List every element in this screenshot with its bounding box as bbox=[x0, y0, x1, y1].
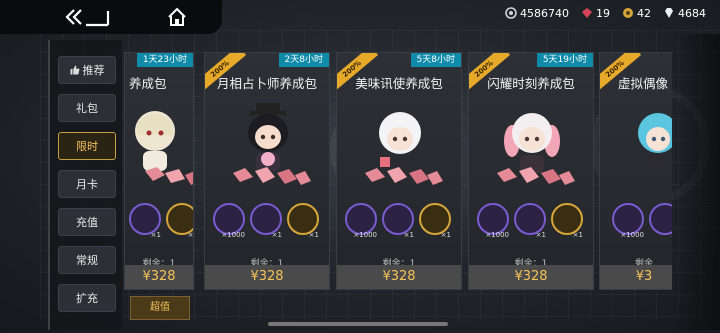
sidebar-item-monthly-card[interactable]: 月卡 bbox=[58, 170, 116, 198]
pack-title: 养成包 bbox=[129, 76, 167, 91]
item-icon: ×1000 bbox=[612, 203, 644, 239]
item-count: ×1000 bbox=[485, 231, 509, 239]
sidebar-item-label: 常规 bbox=[76, 254, 98, 267]
item-icon: ×1 bbox=[514, 203, 546, 239]
gem-pile-icon bbox=[365, 167, 443, 185]
resource-value: 42 bbox=[637, 6, 651, 20]
home-button[interactable] bbox=[166, 6, 188, 28]
pack-price-button[interactable]: ¥3 bbox=[600, 265, 672, 289]
resource-coins[interactable]: 4586740 bbox=[505, 7, 569, 20]
item-count: ×1000 bbox=[221, 231, 245, 239]
item-icon: ×1 bbox=[287, 203, 319, 239]
shop-category-sidebar: 推荐 礼包 限时 月卡 充值 常规 扩充 bbox=[48, 40, 122, 330]
pack-items: ×1 ×1 bbox=[129, 203, 193, 239]
pack-price-button[interactable]: ¥328 bbox=[205, 265, 329, 289]
pack-card[interactable]: 5天19小时 200% 闪耀时刻养成包 ×1000 ×1 ×1 剩余：1 ¥32… bbox=[468, 52, 594, 290]
pack-items: ×1000 ×1 ×1 bbox=[213, 203, 319, 239]
resource-value: 4586740 bbox=[520, 6, 569, 20]
sidebar-item-recharge[interactable]: 充值 bbox=[58, 208, 116, 236]
item-icon: ×1 bbox=[166, 203, 193, 239]
sidebar-item-label: 推荐 bbox=[82, 64, 105, 77]
thumbs-up-icon bbox=[70, 65, 79, 75]
pack-price-button[interactable]: ¥328 bbox=[469, 265, 593, 289]
pack-list: 1天23小时 养成包 ×1 ×1 剩余：1 ¥328 2天8小时 200% 月相… bbox=[124, 52, 672, 300]
pack-timer: 2天8小时 bbox=[278, 53, 329, 67]
pack-title: 虚拟偶像 bbox=[618, 76, 669, 91]
gear-coin-icon bbox=[505, 7, 517, 19]
pack-card[interactable]: 2天8小时 200% 月相占卜师养成包 ×1000 ×1 ×1 剩余：1 ¥32… bbox=[204, 52, 330, 290]
pack-timer: 5天19小时 bbox=[536, 53, 593, 67]
item-count: ×1 bbox=[440, 231, 451, 239]
home-icon bbox=[168, 7, 186, 26]
resource-value: 19 bbox=[596, 6, 610, 20]
item-icon: ×1000 bbox=[213, 203, 245, 239]
item-icon: ×1 bbox=[382, 203, 414, 239]
item-count: ×1 bbox=[572, 231, 583, 239]
item-icon: ×1000 bbox=[345, 203, 377, 239]
item-count: ×1 bbox=[187, 231, 194, 239]
character-chibi-icon bbox=[638, 113, 672, 173]
item-icon: ×1000 bbox=[477, 203, 509, 239]
back-button[interactable] bbox=[64, 6, 112, 28]
sidebar-item-label: 礼包 bbox=[76, 102, 98, 115]
red-gem-icon bbox=[582, 8, 592, 18]
resource-diamond[interactable]: 4684 bbox=[663, 7, 706, 20]
item-count: ×1 bbox=[308, 231, 319, 239]
gem-pile-icon bbox=[497, 167, 575, 185]
resource-red-gem[interactable]: 19 bbox=[581, 7, 610, 20]
gem-pile-icon bbox=[145, 167, 193, 185]
diamond-icon bbox=[665, 8, 673, 18]
sidebar-item-label: 扩充 bbox=[76, 292, 98, 305]
scroll-fade bbox=[670, 34, 720, 330]
pack-title: 闪耀时刻养成包 bbox=[487, 76, 575, 91]
item-count: ×1 bbox=[150, 231, 161, 239]
sidebar-item-label: 充值 bbox=[76, 216, 98, 229]
home-indicator-bar[interactable] bbox=[268, 322, 448, 326]
pack-timer: 5天8小时 bbox=[410, 53, 461, 67]
sidebar-item-expand[interactable]: 扩充 bbox=[58, 284, 116, 312]
pack-items: ×1000 ×1 bbox=[612, 203, 672, 239]
pack-timer: 1天23小时 bbox=[136, 53, 193, 67]
item-icon: ×1 bbox=[129, 203, 161, 239]
item-count: ×1000 bbox=[620, 231, 644, 239]
pack-title: 美味讯使养成包 bbox=[355, 76, 443, 91]
sidebar-item-limited[interactable]: 限时 bbox=[58, 132, 116, 160]
item-count: ×1 bbox=[271, 231, 282, 239]
item-icon: ×1 bbox=[250, 203, 282, 239]
sidebar-item-recommend[interactable]: 推荐 bbox=[58, 56, 116, 84]
resource-bar: 4586740 19 42 4684 bbox=[497, 0, 720, 26]
sidebar-item-label: 限时 bbox=[76, 140, 98, 153]
resource-gold-token[interactable]: 42 bbox=[622, 7, 651, 20]
item-count: ×1000 bbox=[353, 231, 377, 239]
pack-title: 月相占卜师养成包 bbox=[216, 76, 317, 91]
item-count: ×1 bbox=[535, 231, 546, 239]
gold-token-icon bbox=[623, 8, 633, 18]
sidebar-item-regular[interactable]: 常规 bbox=[58, 246, 116, 274]
item-count: ×1 bbox=[651, 231, 672, 239]
value-pack-button[interactable]: 超值 bbox=[130, 296, 190, 320]
back-arrow-icon bbox=[65, 9, 110, 27]
pack-items: ×1000 ×1 ×1 bbox=[477, 203, 583, 239]
item-icon: ×1 bbox=[551, 203, 583, 239]
gem-pile-icon bbox=[233, 167, 311, 185]
pack-price-button[interactable]: ¥328 bbox=[125, 265, 193, 289]
item-count: ×1 bbox=[403, 231, 414, 239]
pack-card[interactable]: 200% 虚拟偶像 ×1000 ×1 剩余 ¥3 bbox=[599, 52, 672, 290]
item-icon: ×1 bbox=[419, 203, 451, 239]
resource-value: 4684 bbox=[678, 6, 706, 20]
pack-card[interactable]: 5天8小时 200% 美味讯使养成包 ×1000 ×1 ×1 剩余：1 ¥328 bbox=[336, 52, 462, 290]
pack-items: ×1000 ×1 ×1 bbox=[345, 203, 451, 239]
sidebar-item-label: 月卡 bbox=[76, 178, 98, 191]
item-icon: ×1 bbox=[649, 203, 672, 239]
pack-price-button[interactable]: ¥328 bbox=[337, 265, 461, 289]
top-nav-bar bbox=[0, 0, 222, 34]
pack-card[interactable]: 1天23小时 养成包 ×1 ×1 剩余：1 ¥328 bbox=[124, 52, 194, 290]
sidebar-item-gift[interactable]: 礼包 bbox=[58, 94, 116, 122]
